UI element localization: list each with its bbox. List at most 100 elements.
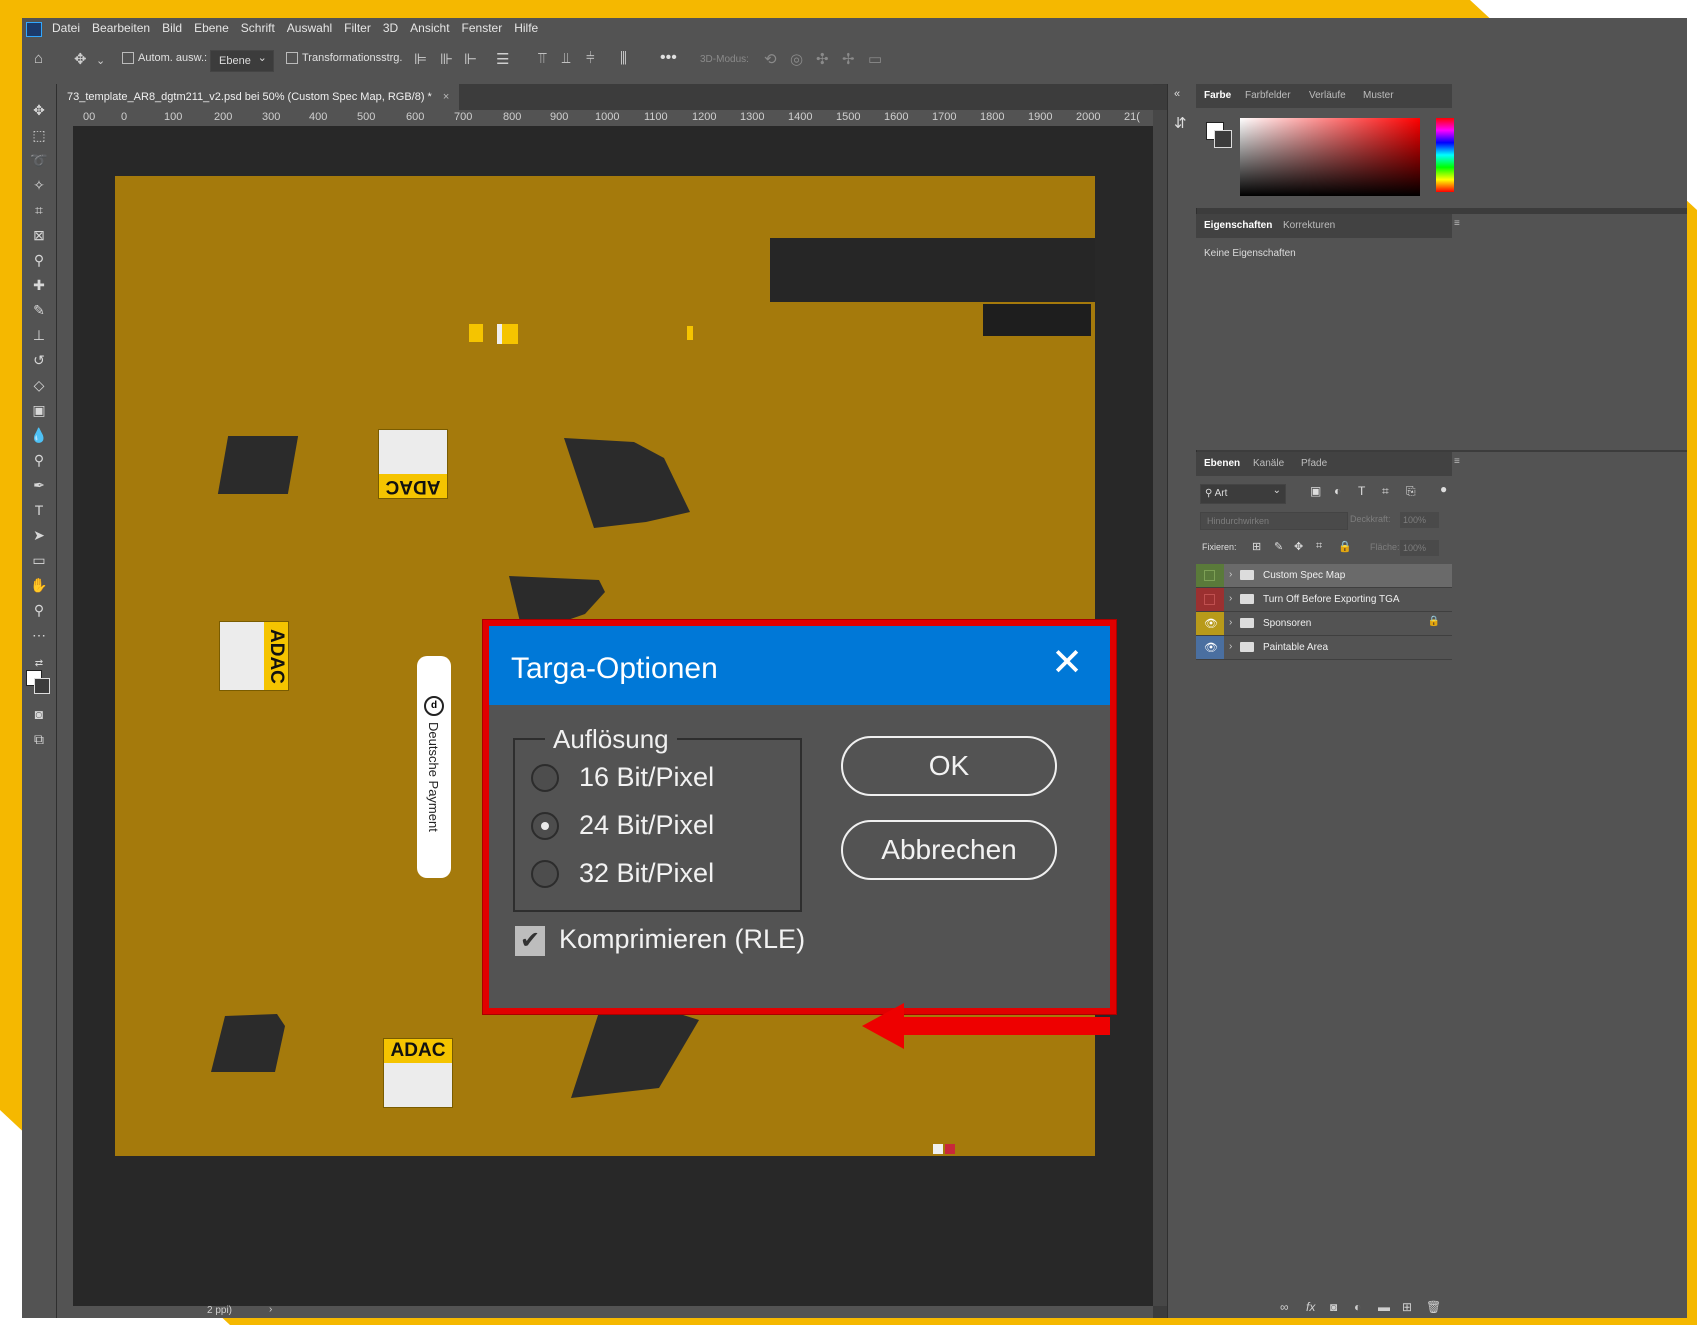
menu-fenster[interactable]: Fenster: [462, 21, 503, 35]
auto-select-checkbox[interactable]: Autom. ausw.:: [122, 52, 207, 65]
frame-tool-icon[interactable]: ⊠: [28, 225, 50, 245]
color-field[interactable]: [1240, 118, 1420, 196]
menu-ebene[interactable]: Ebene: [194, 21, 229, 35]
fill-field[interactable]: 100%: [1400, 540, 1439, 556]
tab-farbe[interactable]: Farbe: [1204, 90, 1231, 101]
new-group-icon[interactable]: ▬: [1378, 1300, 1390, 1314]
hue-slider[interactable]: [1436, 118, 1454, 192]
pan-3d-icon[interactable]: ✣: [816, 50, 829, 68]
visibility-toggle[interactable]: [1204, 570, 1215, 581]
radio-button-selected[interactable]: [531, 812, 559, 840]
dodge-tool-icon[interactable]: ⚲: [28, 450, 50, 470]
menu-schrift[interactable]: Schrift: [241, 21, 275, 35]
gradient-tool-icon[interactable]: ▣: [28, 400, 50, 420]
lock-pixels-icon[interactable]: ✎: [1274, 540, 1283, 553]
blend-mode-dropdown[interactable]: Hindurchwirken: [1200, 512, 1348, 530]
screen-mode-icon[interactable]: ⧉: [28, 729, 50, 749]
filter-toggle-icon[interactable]: ●: [1440, 482, 1447, 496]
tab-verlaeufe[interactable]: Verläufe: [1309, 90, 1346, 101]
eye-icon[interactable]: 👁: [1204, 617, 1218, 630]
cancel-button[interactable]: Abbrechen: [841, 820, 1057, 880]
eyedropper-tool-icon[interactable]: ⚲: [28, 250, 50, 270]
panel-menu-icon[interactable]: ≡: [1454, 456, 1460, 467]
align-center-icon[interactable]: ⊪: [440, 50, 453, 68]
lock-artboard-icon[interactable]: ⌗: [1316, 540, 1322, 553]
distribute-vertical-icon[interactable]: ⫼: [620, 50, 627, 67]
menu-bearbeiten[interactable]: Bearbeiten: [92, 21, 150, 35]
path-select-tool-icon[interactable]: ➤: [28, 525, 50, 545]
menu-filter[interactable]: Filter: [344, 21, 371, 35]
tab-pfade[interactable]: Pfade: [1301, 458, 1327, 469]
panel-menu-icon[interactable]: ≡: [1454, 218, 1460, 229]
chevron-right-icon[interactable]: ›: [1229, 641, 1232, 652]
rectangle-tool-icon[interactable]: ▭: [28, 550, 50, 570]
shape-filter-icon[interactable]: ⌗: [1382, 484, 1389, 499]
align-bottom-icon[interactable]: ⫩: [586, 50, 595, 67]
opacity-field[interactable]: 100%: [1400, 512, 1439, 528]
radio-button[interactable]: [531, 764, 559, 792]
magic-wand-tool-icon[interactable]: ✧: [28, 175, 50, 195]
menu-hilfe[interactable]: Hilfe: [514, 21, 538, 35]
auto-select-dropdown[interactable]: Ebene: [210, 48, 274, 72]
transform-controls-checkbox[interactable]: Transformationsstrg.: [286, 52, 402, 65]
chevron-down-icon[interactable]: ⌄: [96, 54, 105, 67]
smart-object-filter-icon[interactable]: ⎘: [1406, 484, 1416, 499]
menu-bild[interactable]: Bild: [162, 21, 182, 35]
move-tool-icon[interactable]: ✥: [28, 100, 50, 120]
menu-ansicht[interactable]: Ansicht: [410, 21, 449, 35]
move-tool-icon[interactable]: ✥: [74, 50, 87, 68]
type-filter-icon[interactable]: T: [1358, 484, 1365, 498]
menu-auswahl[interactable]: Auswahl: [287, 21, 332, 35]
lasso-tool-icon[interactable]: ➰: [28, 150, 50, 170]
camera-3d-icon[interactable]: ▭: [868, 50, 882, 68]
brush-tool-icon[interactable]: ✎: [28, 300, 50, 320]
add-mask-icon[interactable]: ◙: [1330, 1300, 1337, 1314]
quick-mask-icon[interactable]: ◙: [28, 704, 50, 724]
checkmark-icon[interactable]: ✔: [515, 926, 545, 956]
eraser-tool-icon[interactable]: ◇: [28, 375, 50, 395]
menu-datei[interactable]: Datei: [52, 21, 80, 35]
radio-button[interactable]: [531, 860, 559, 888]
lock-transparent-icon[interactable]: ⊞: [1252, 540, 1261, 553]
pen-tool-icon[interactable]: ✒: [28, 475, 50, 495]
crop-tool-icon[interactable]: ⌗: [28, 200, 50, 220]
document-tab[interactable]: 73_template_AR8_dgtm211_v2.psd bei 50% (…: [57, 84, 460, 110]
zoom-tool-icon[interactable]: ⚲: [28, 600, 50, 620]
tab-eigenschaften[interactable]: Eigenschaften: [1204, 220, 1272, 231]
eye-icon[interactable]: 👁: [1204, 641, 1218, 654]
align-left-icon[interactable]: ⊫: [414, 50, 427, 68]
align-middle-icon[interactable]: ⫫: [562, 50, 570, 67]
vertical-scrollbar[interactable]: [1153, 110, 1167, 1306]
more-tools-icon[interactable]: ⋯: [28, 625, 50, 645]
menu-3d[interactable]: 3D: [383, 21, 398, 35]
stamp-tool-icon[interactable]: ⊥: [28, 325, 50, 345]
history-brush-tool-icon[interactable]: ↺: [28, 350, 50, 370]
chevron-right-icon[interactable]: ›: [1229, 569, 1232, 580]
home-icon[interactable]: ⌂: [34, 50, 43, 67]
lock-position-icon[interactable]: ✥: [1294, 540, 1303, 553]
close-tab-icon[interactable]: ×: [443, 91, 449, 103]
ok-button[interactable]: OK: [841, 736, 1057, 796]
type-tool-icon[interactable]: T: [28, 500, 50, 520]
layer-row-sponsoren[interactable]: 👁 › Sponsoren 🔒: [1196, 612, 1452, 636]
align-top-icon[interactable]: ⫪: [538, 50, 546, 67]
new-layer-icon[interactable]: ⊞: [1402, 1300, 1412, 1314]
adjustment-filter-icon[interactable]: ◐: [1334, 484, 1341, 498]
marquee-tool-icon[interactable]: ⬚: [28, 125, 50, 145]
visibility-toggle[interactable]: [1204, 594, 1215, 605]
background-color-swatch[interactable]: [34, 678, 50, 694]
background-color-swatch[interactable]: [1214, 130, 1232, 148]
history-panel-icon[interactable]: ⇵: [1174, 114, 1187, 132]
layer-filter-dropdown[interactable]: ⚲ Art ⌄: [1200, 484, 1286, 504]
lock-all-icon[interactable]: 🔒: [1338, 540, 1352, 553]
status-menu-arrow[interactable]: ›: [269, 1304, 272, 1315]
tab-kanaele[interactable]: Kanäle: [1253, 458, 1284, 469]
tab-ebenen[interactable]: Ebenen: [1204, 458, 1240, 469]
tab-muster[interactable]: Muster: [1363, 90, 1394, 101]
roll-3d-icon[interactable]: ◎: [790, 50, 803, 68]
trash-icon[interactable]: 🗑: [1426, 1300, 1441, 1314]
layer-row-custom-spec-map[interactable]: › Custom Spec Map: [1196, 564, 1452, 588]
tab-farbfelder[interactable]: Farbfelder: [1245, 90, 1291, 101]
orbit-3d-icon[interactable]: ⟲: [764, 50, 777, 68]
hand-tool-icon[interactable]: ✋: [28, 575, 50, 595]
